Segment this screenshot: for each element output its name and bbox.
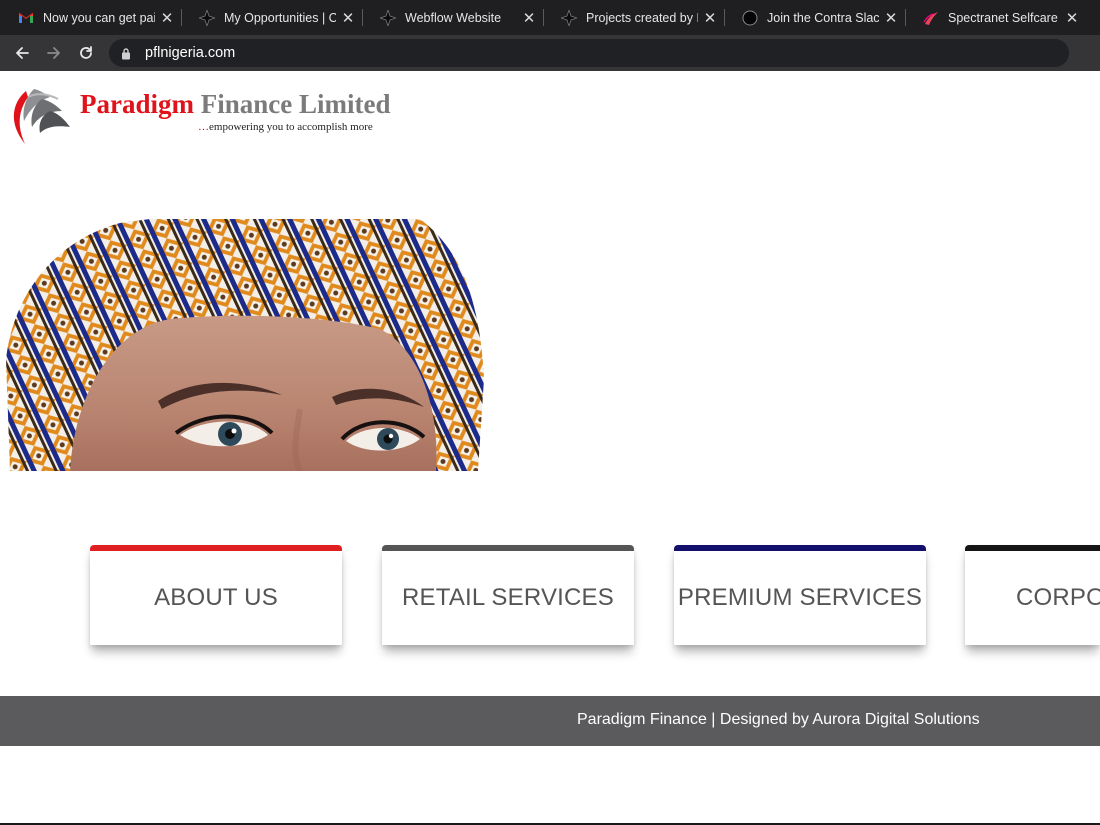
card-corporate[interactable]: CORPO [965,545,1100,645]
address-bar[interactable]: pflnigeria.com [109,39,1069,67]
contra-diamond-icon [380,9,396,26]
tagline-text: empowering you to accomplish more [209,121,373,133]
card-label: CORPO [1016,584,1100,611]
tab-title: Projects created by Pa [586,10,698,25]
footer-credit: Paradigm Finance | Designed by Aurora Di… [577,711,980,728]
card-premium-services[interactable]: PREMIUM SERVICES [674,545,926,645]
close-icon[interactable]: ✕ [517,9,541,27]
tab-spectranet[interactable]: Spectranet Selfcare ✕ [905,0,1086,35]
tagline: …empowering you to accomplish more [198,121,373,133]
tab-webflow-website[interactable]: Webflow Website ✕ [362,0,543,35]
hero-image [6,219,484,471]
reload-icon[interactable] [75,42,97,64]
brand-name-grey: Finance Limited [200,89,391,119]
circle-icon [742,10,758,26]
close-icon[interactable]: ✕ [698,9,722,27]
tagline-ellipsis: … [198,121,209,133]
contra-diamond-icon [561,9,577,26]
tab-my-opportunities[interactable]: My Opportunities | Co ✕ [181,0,362,35]
tab-title: My Opportunities | Co [224,10,336,25]
close-icon[interactable]: ✕ [336,9,360,27]
card-about-us[interactable]: ABOUT US [90,545,342,645]
tab-strip: Now you can get paid ✕ My Opportunities … [0,0,1100,35]
card-label: RETAIL SERVICES [402,584,614,611]
forward-arrow-icon[interactable] [43,42,65,64]
brand-name: Paradigm Finance Limited [80,89,391,120]
tab-title: Spectranet Selfcare [948,10,1058,25]
close-icon[interactable]: ✕ [879,9,903,27]
tab-contra-slack[interactable]: Join the Contra Slack ✕ [724,0,905,35]
card-accent-bar [90,545,342,551]
browser-toolbar: pflnigeria.com [0,35,1100,71]
close-icon[interactable]: ✕ [1060,9,1084,27]
tab-gmail[interactable]: Now you can get paid ✕ [0,0,181,35]
service-cards: ABOUT US RETAIL SERVICES PREMIUM SERVICE… [0,545,1100,655]
lock-icon[interactable] [121,47,135,60]
card-accent-bar [674,545,926,551]
site-logo[interactable]: Paradigm Finance Limited …empowering you… [8,87,408,147]
tab-title: Webflow Website [405,10,502,25]
contra-diamond-icon [199,9,215,26]
site-footer: Paradigm Finance | Designed by Aurora Di… [0,696,1100,746]
url-text: pflnigeria.com [145,45,236,61]
tab-title: Join the Contra Slack [767,10,879,25]
web-page: Paradigm Finance Limited …empowering you… [0,71,1100,825]
tab-projects-created[interactable]: Projects created by Pa ✕ [543,0,724,35]
card-label: ABOUT US [154,584,278,611]
spectranet-icon [923,10,939,26]
card-retail-services[interactable]: RETAIL SERVICES [382,545,634,645]
gmail-icon [18,10,34,26]
brand-name-red: Paradigm [80,89,194,119]
tab-title: Now you can get paid [43,10,155,25]
paradigm-swirl-icon [13,89,70,144]
card-label: PREMIUM SERVICES [677,584,923,611]
back-arrow-icon[interactable] [11,42,33,64]
card-accent-bar [965,545,1100,551]
card-accent-bar [382,545,634,551]
close-icon[interactable]: ✕ [155,9,179,27]
